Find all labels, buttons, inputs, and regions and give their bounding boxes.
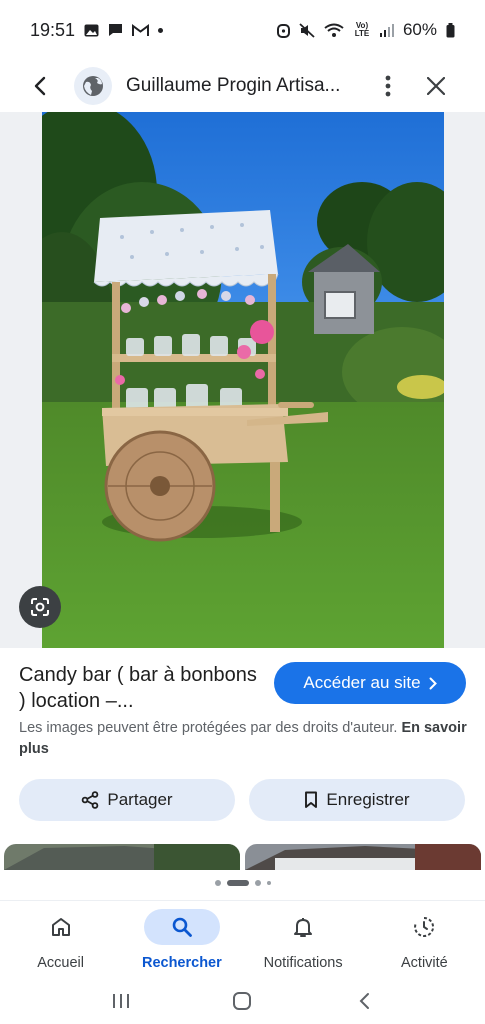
save-label: Enregistrer bbox=[326, 790, 410, 809]
bell-icon bbox=[294, 918, 313, 937]
globe-icon bbox=[83, 76, 103, 96]
pager-dot-active bbox=[226, 880, 249, 886]
battery-percentage: 60% bbox=[402, 20, 437, 39]
back-system-button[interactable] bbox=[344, 981, 384, 1021]
system-navigation bbox=[0, 978, 485, 1024]
google-lens-button[interactable] bbox=[19, 586, 61, 628]
visit-site-label: Accéder au site bbox=[303, 673, 421, 692]
home-circle-icon bbox=[233, 992, 252, 1010]
visit-site-button[interactable]: Accéder au site bbox=[274, 662, 466, 704]
thumbnail-image bbox=[4, 844, 240, 870]
action-row: Partager Enregistrer bbox=[19, 779, 465, 821]
image-viewer[interactable] bbox=[0, 112, 485, 648]
wifi-icon bbox=[324, 23, 344, 38]
nav-item-activity[interactable]: Activité bbox=[364, 901, 485, 978]
more-notifications-icon bbox=[158, 27, 164, 33]
site-favicon bbox=[74, 67, 112, 105]
nav-icon-container bbox=[23, 909, 99, 945]
status-left: 19:51 bbox=[30, 19, 164, 41]
nav-item-search[interactable]: Rechercher bbox=[121, 901, 242, 978]
lens-icon bbox=[31, 598, 49, 616]
mute-icon bbox=[299, 22, 315, 38]
related-thumbnail[interactable] bbox=[245, 844, 481, 870]
nav-item-home[interactable]: Accueil bbox=[0, 901, 121, 978]
recent-apps-button[interactable] bbox=[101, 981, 141, 1021]
nav-label-home: Accueil bbox=[37, 955, 84, 971]
app-bar: Guillaume Progin Artisa... bbox=[0, 60, 485, 112]
volte-icon: Vo) LTE bbox=[354, 21, 370, 38]
thumbnail-image bbox=[245, 844, 481, 870]
battery-icon bbox=[446, 22, 455, 38]
bookmark-icon bbox=[305, 791, 318, 808]
close-button[interactable] bbox=[416, 66, 456, 106]
copyright-text: Les images peuvent être protégées par de… bbox=[19, 720, 398, 736]
nav-label-notifications: Notifications bbox=[263, 955, 343, 971]
nav-label-activity: Activité bbox=[401, 955, 448, 971]
recents-icon bbox=[112, 994, 129, 1008]
nav-item-notifications[interactable]: Notifications bbox=[243, 901, 364, 978]
related-thumbnail[interactable] bbox=[4, 844, 240, 870]
close-icon bbox=[427, 77, 445, 95]
share-button[interactable]: Partager bbox=[19, 779, 235, 821]
result-title[interactable]: Candy bar ( bar à bonbons ) location –..… bbox=[19, 662, 259, 714]
nav-icon-container-active bbox=[143, 909, 220, 945]
status-bar: 19:51 Vo) LTE 60% bbox=[0, 0, 485, 60]
arrow-back-icon bbox=[34, 76, 46, 96]
copyright-notice: Les images peuvent être protégées par de… bbox=[19, 718, 469, 760]
message-icon bbox=[108, 23, 123, 37]
gallery-icon bbox=[84, 24, 99, 37]
search-icon bbox=[172, 917, 192, 937]
image-pager bbox=[0, 880, 485, 886]
site-title[interactable]: Guillaume Progin Artisa... bbox=[126, 75, 358, 97]
chevron-right-icon bbox=[429, 677, 437, 689]
signal-icon bbox=[379, 23, 394, 37]
related-images-strip bbox=[0, 844, 485, 870]
result-photo[interactable] bbox=[42, 112, 444, 648]
share-label: Partager bbox=[107, 790, 173, 809]
share-icon bbox=[82, 791, 99, 809]
gmail-icon bbox=[132, 23, 150, 37]
bottom-navigation: Accueil Rechercher Notifications Activit… bbox=[0, 900, 485, 978]
home-system-button[interactable] bbox=[222, 981, 262, 1021]
more-options-button[interactable] bbox=[370, 66, 406, 106]
activity-icon bbox=[414, 916, 435, 937]
pager-dot bbox=[266, 881, 271, 885]
nav-icon-container bbox=[265, 909, 341, 945]
pager-dot bbox=[254, 880, 261, 886]
nav-label-search: Rechercher bbox=[141, 955, 222, 971]
back-button[interactable] bbox=[20, 66, 60, 106]
more-vert-icon bbox=[385, 75, 391, 97]
candy-cart-photo bbox=[42, 112, 444, 648]
back-chevron-icon bbox=[359, 993, 370, 1009]
home-icon bbox=[51, 918, 70, 936]
alarm-icon bbox=[276, 23, 290, 38]
status-time: 19:51 bbox=[30, 19, 76, 40]
nav-icon-container bbox=[386, 909, 462, 945]
pager-dot bbox=[214, 880, 221, 886]
save-button[interactable]: Enregistrer bbox=[249, 779, 465, 821]
status-right: Vo) LTE 60% bbox=[276, 20, 455, 40]
